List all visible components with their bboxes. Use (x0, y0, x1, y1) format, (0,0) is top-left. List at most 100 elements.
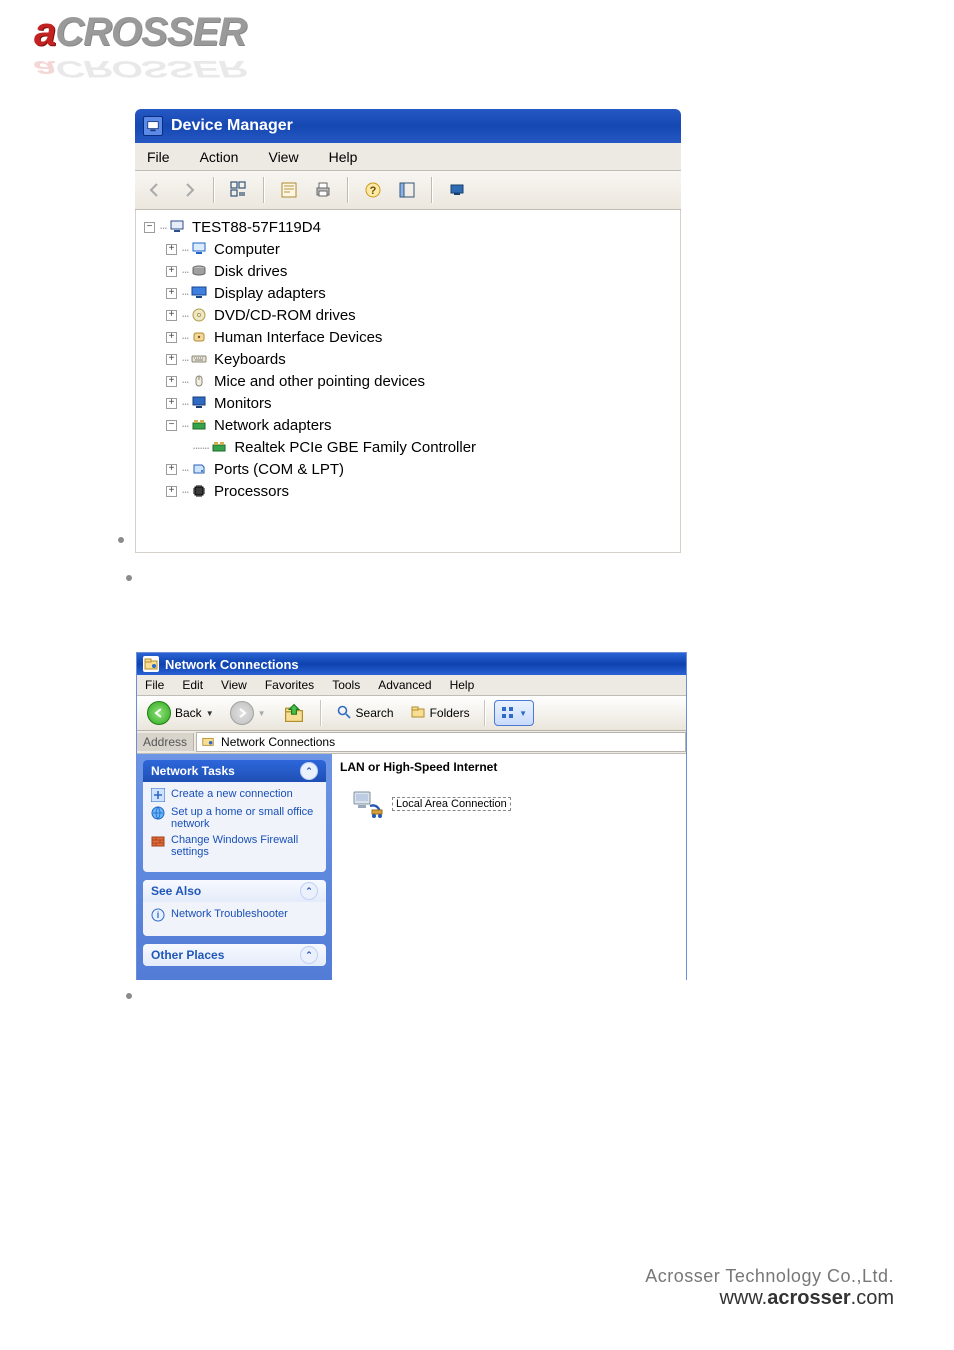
folders-button[interactable]: Folders (404, 700, 476, 726)
network-connections-window: Network Connections File Edit View Favor… (136, 652, 687, 980)
expand-icon[interactable]: + (166, 310, 177, 321)
device-manager-menubar: File Action View Help (135, 143, 681, 171)
tree-item-keyboards[interactable]: +··· Keyboards (138, 348, 680, 370)
connections-list[interactable]: LAN or High-Speed Internet Local Area Co… (332, 754, 686, 980)
task-home-network[interactable]: Set up a home or small office network (151, 806, 318, 830)
tree-item-mice[interactable]: +··· Mice and other pointing devices (138, 370, 680, 392)
tree-item-disk-drives[interactable]: +··· Disk drives (138, 260, 680, 282)
menu-help[interactable]: Help (323, 147, 364, 167)
computer-root-icon (168, 218, 186, 236)
expand-icon[interactable]: + (166, 398, 177, 409)
see-also-label: Network Troubleshooter (171, 908, 288, 920)
tree-item-dvd[interactable]: +··· DVD/CD-ROM drives (138, 304, 680, 326)
search-button[interactable]: Search (330, 700, 400, 726)
network-folder-icon (143, 656, 159, 672)
collapse-chevron-icon[interactable]: ⌃ (300, 762, 318, 780)
tree-item-ports[interactable]: +··· Ports (COM & LPT) (138, 458, 680, 480)
task-firewall[interactable]: Change Windows Firewall settings (151, 834, 318, 858)
toolbar-print-button[interactable] (309, 176, 337, 204)
panel-title: See Also (151, 884, 201, 898)
menu-file[interactable]: File (141, 677, 168, 693)
page-footer: Acrosser Technology Co.,Ltd. www.acrosse… (0, 1266, 954, 1310)
toolbar-help-button[interactable]: ? (359, 176, 387, 204)
expand-icon[interactable]: + (166, 266, 177, 277)
footer-url: www.acrosser.com (0, 1287, 894, 1310)
bullet-icon (126, 993, 132, 999)
tree-item-network-adapters[interactable]: −··· Network adapters (138, 414, 680, 436)
menu-help[interactable]: Help (446, 677, 479, 693)
menu-action[interactable]: Action (194, 147, 245, 167)
tree-item-computer[interactable]: +··· Computer (138, 238, 680, 260)
new-conn-icon (151, 788, 165, 802)
folders-label: Folders (430, 706, 470, 720)
tree-label: Monitors (214, 395, 272, 412)
task-create-connection[interactable]: Create a new connection (151, 788, 318, 802)
nic-icon (190, 416, 208, 434)
collapse-chevron-icon[interactable]: ⌃ (300, 946, 318, 964)
device-manager-toolbar: ? (135, 171, 681, 210)
forward-arrow-icon (230, 701, 254, 725)
network-tasks-panel: Network Tasks ⌃ Create a new connection … (143, 760, 326, 872)
device-manager-titlebar[interactable]: Device Manager (135, 109, 681, 143)
toolbar-tree-button[interactable] (225, 176, 253, 204)
menu-advanced[interactable]: Advanced (374, 677, 435, 693)
menu-edit[interactable]: Edit (178, 677, 207, 693)
see-also-troubleshooter[interactable]: i Network Troubleshooter (151, 908, 318, 922)
tree-item-realtek-nic[interactable]: ······· Realtek PCIe GBE Family Controll… (138, 436, 680, 458)
menu-view[interactable]: View (262, 147, 304, 167)
ports-icon (190, 460, 208, 478)
device-manager-window: Device Manager File Action View Help ? (135, 109, 681, 546)
local-area-connection-item[interactable]: Local Area Connection (350, 786, 686, 822)
search-label: Search (356, 706, 394, 720)
network-connections-toolbar: Back ▼ ▼ Search Folders ▼ (137, 696, 686, 731)
menu-favorites[interactable]: Favorites (261, 677, 318, 693)
address-label: Address (137, 733, 194, 751)
network-connections-titlebar[interactable]: Network Connections (137, 653, 686, 675)
menu-file[interactable]: File (141, 147, 176, 167)
tree-label: Keyboards (214, 351, 286, 368)
network-folder-icon (201, 734, 215, 751)
menu-view[interactable]: View (217, 677, 251, 693)
chevron-down-icon: ▼ (258, 709, 266, 718)
logo-first-letter: a (34, 10, 55, 54)
expand-icon[interactable]: + (166, 332, 177, 343)
tree-item-display-adapters[interactable]: +··· Display adapters (138, 282, 680, 304)
tree-item-monitors[interactable]: +··· Monitors (138, 392, 680, 414)
device-tree[interactable]: − ··· TEST88-57F119D4 +··· Computer +···… (135, 210, 681, 553)
nav-up-button[interactable] (276, 700, 312, 726)
tree-label: Ports (COM & LPT) (214, 461, 344, 478)
keyboard-icon (190, 350, 208, 368)
expand-icon[interactable]: + (166, 486, 177, 497)
tree-item-processors[interactable]: +··· Processors (138, 480, 680, 502)
expand-icon[interactable]: + (166, 354, 177, 365)
tree-label: Mice and other pointing devices (214, 373, 425, 390)
toolbar-properties-button[interactable] (275, 176, 303, 204)
network-tasks-header[interactable]: Network Tasks ⌃ (143, 760, 326, 782)
address-bar: Address Network Connections (137, 731, 686, 754)
collapse-chevron-icon[interactable]: ⌃ (300, 882, 318, 900)
chevron-down-icon[interactable]: ▼ (519, 709, 527, 718)
chevron-down-icon[interactable]: ▼ (206, 709, 214, 718)
expand-icon[interactable]: + (166, 244, 177, 255)
collapse-icon[interactable]: − (144, 222, 155, 233)
toolbar-showpanel-button[interactable] (393, 176, 421, 204)
address-field[interactable]: Network Connections (196, 732, 686, 752)
menu-tools[interactable]: Tools (328, 677, 364, 693)
views-button[interactable]: ▼ (494, 700, 534, 726)
brand-logo-reflection: aCROSSER (34, 55, 246, 82)
tree-item-hid[interactable]: +··· Human Interface Devices (138, 326, 680, 348)
expand-icon[interactable]: + (166, 288, 177, 299)
expand-icon[interactable]: + (166, 376, 177, 387)
nav-back-button[interactable]: Back ▼ (141, 700, 220, 726)
expand-icon[interactable]: + (166, 464, 177, 475)
tree-root[interactable]: − ··· TEST88-57F119D4 (138, 216, 680, 238)
connection-label: Local Area Connection (392, 797, 511, 811)
see-also-header[interactable]: See Also ⌃ (143, 880, 326, 902)
folders-icon (410, 704, 426, 723)
tree-label: Computer (214, 241, 280, 258)
collapse-icon[interactable]: − (166, 420, 177, 431)
panel-title: Network Tasks (151, 764, 235, 778)
search-icon (336, 704, 352, 723)
toolbar-scan-button[interactable] (443, 176, 471, 204)
other-places-header[interactable]: Other Places ⌃ (143, 944, 326, 966)
